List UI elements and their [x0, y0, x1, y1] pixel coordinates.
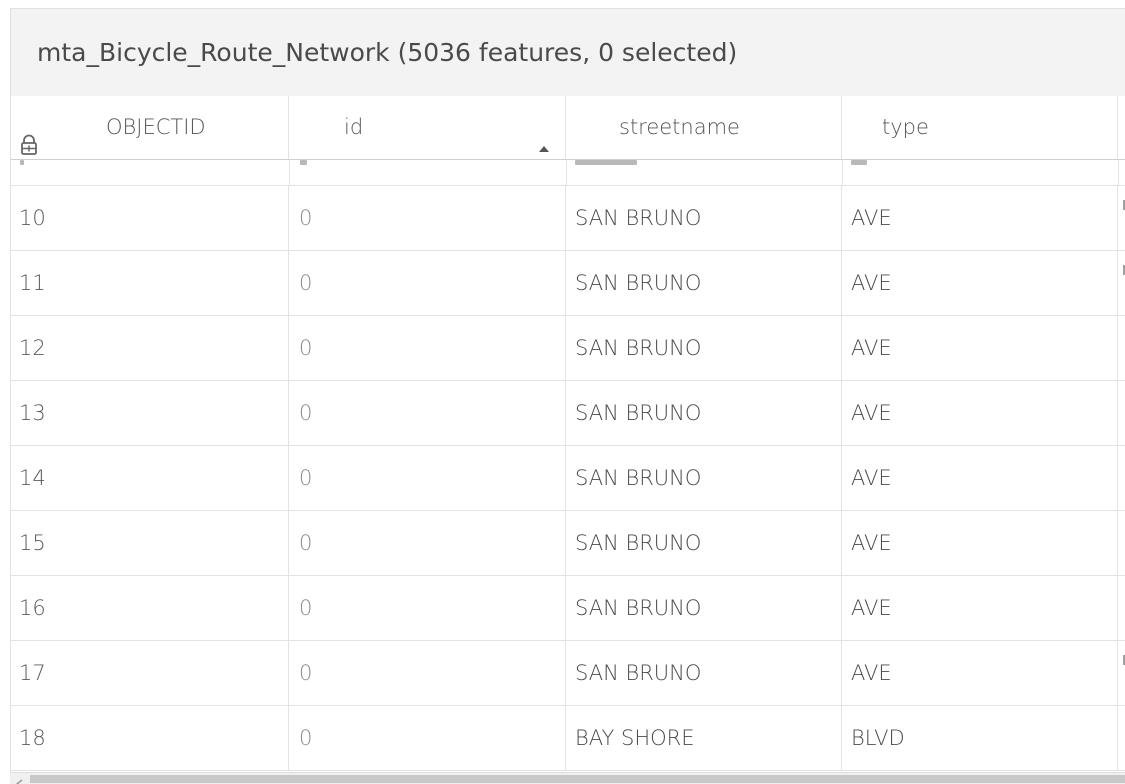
- cell-streetname: SAN BRUNO: [566, 641, 842, 705]
- cell-objectid: 18: [11, 706, 289, 770]
- cell-next-column: [1118, 641, 1125, 705]
- column-header-objectid[interactable]: OBJECTID: [11, 96, 289, 159]
- sort-ascending-icon[interactable]: [537, 116, 551, 152]
- cell-type: AVE: [842, 511, 1118, 575]
- cell-objectid: 16: [11, 576, 289, 640]
- cell-streetname: SAN BRUNO: [566, 186, 842, 250]
- cell-type: AVE: [842, 576, 1118, 640]
- horizontal-scrollbar[interactable]: [10, 772, 1125, 784]
- cell-type: AVE: [842, 316, 1118, 380]
- cell-streetname: SAN BRUNO: [566, 511, 842, 575]
- cell-objectid: 11: [11, 251, 289, 315]
- cell-streetname: BAY SHORE: [566, 706, 842, 770]
- column-header-streetname[interactable]: streetname: [566, 96, 842, 159]
- table-row[interactable]: 18 0 BAY SHORE BLVD: [11, 706, 1125, 771]
- cell-next-column: [1118, 381, 1125, 445]
- cell-id: 0: [289, 251, 566, 315]
- table-header-row: OBJECTID id streetname type: [11, 96, 1125, 160]
- cell-id: 0: [289, 511, 566, 575]
- table-row[interactable]: 11 0 SAN BRUNO AVE: [11, 251, 1125, 316]
- cell-type: AVE: [842, 641, 1118, 705]
- scrollbar-thumb[interactable]: [30, 775, 1125, 783]
- feature-table-window: mta_Bicycle_Route_Network (5036 features…: [0, 0, 1125, 784]
- chevron-left-icon[interactable]: [14, 774, 26, 784]
- column-header-label: type: [882, 115, 929, 139]
- table-row[interactable]: 10 0 SAN BRUNO AVE: [11, 186, 1125, 251]
- cell-id: 0: [289, 381, 566, 445]
- column-header-label: streetname: [619, 115, 740, 139]
- cell-id: 0: [289, 186, 566, 250]
- cell-streetname: SAN BRUNO: [566, 251, 842, 315]
- cell-objectid: 15: [11, 511, 289, 575]
- table-row[interactable]: 15 0 SAN BRUNO AVE: [11, 511, 1125, 576]
- cell-type: AVE: [842, 186, 1118, 250]
- table-body: 10 0 SAN BRUNO AVE 11 0 SAN BRUNO AVE 12…: [11, 160, 1125, 772]
- cell-streetname: SAN BRUNO: [566, 576, 842, 640]
- table-row[interactable]: 16 0 SAN BRUNO AVE: [11, 576, 1125, 641]
- cell-next-column: [1118, 186, 1125, 250]
- cell-next-column: [1118, 316, 1125, 380]
- table-row-partial[interactable]: [11, 160, 1125, 186]
- table-row[interactable]: 12 0 SAN BRUNO AVE: [11, 316, 1125, 381]
- cell-next-column: [1118, 576, 1125, 640]
- lock-icon[interactable]: [19, 118, 39, 155]
- cell-next-column: [1118, 511, 1125, 575]
- cell-type: AVE: [842, 251, 1118, 315]
- cell-objectid: 14: [11, 446, 289, 510]
- cell-objectid: 17: [11, 641, 289, 705]
- cell-next-column: [1118, 446, 1125, 510]
- table-title-bar: mta_Bicycle_Route_Network (5036 features…: [10, 8, 1125, 96]
- cell-type: BLVD: [842, 706, 1118, 770]
- column-header-id[interactable]: id: [289, 96, 566, 159]
- column-header-type[interactable]: type: [842, 96, 1118, 159]
- cell-type: AVE: [842, 381, 1118, 445]
- column-header-label: OBJECTID: [106, 115, 206, 139]
- table-row[interactable]: 17 0 SAN BRUNO AVE: [11, 641, 1125, 706]
- column-header-label: id: [344, 115, 364, 139]
- cell-id: 0: [289, 706, 566, 770]
- cell-type: AVE: [842, 446, 1118, 510]
- cell-streetname: SAN BRUNO: [566, 381, 842, 445]
- cell-id: 0: [289, 641, 566, 705]
- attribute-table: OBJECTID id streetname type 10 0 SAN BRU…: [10, 96, 1125, 772]
- table-row[interactable]: 14 0 SAN BRUNO AVE: [11, 446, 1125, 511]
- cell-objectid: 12: [11, 316, 289, 380]
- cell-streetname: SAN BRUNO: [566, 316, 842, 380]
- cell-objectid: 13: [11, 381, 289, 445]
- cell-next-column: [1118, 706, 1125, 770]
- cell-id: 0: [289, 576, 566, 640]
- cell-streetname: SAN BRUNO: [566, 446, 842, 510]
- table-row[interactable]: 13 0 SAN BRUNO AVE: [11, 381, 1125, 446]
- cell-id: 0: [289, 446, 566, 510]
- cell-next-column: [1118, 251, 1125, 315]
- cell-id: 0: [289, 316, 566, 380]
- column-header-next[interactable]: [1118, 96, 1125, 159]
- table-title: mta_Bicycle_Route_Network (5036 features…: [37, 38, 738, 67]
- cell-objectid: 10: [11, 186, 289, 250]
